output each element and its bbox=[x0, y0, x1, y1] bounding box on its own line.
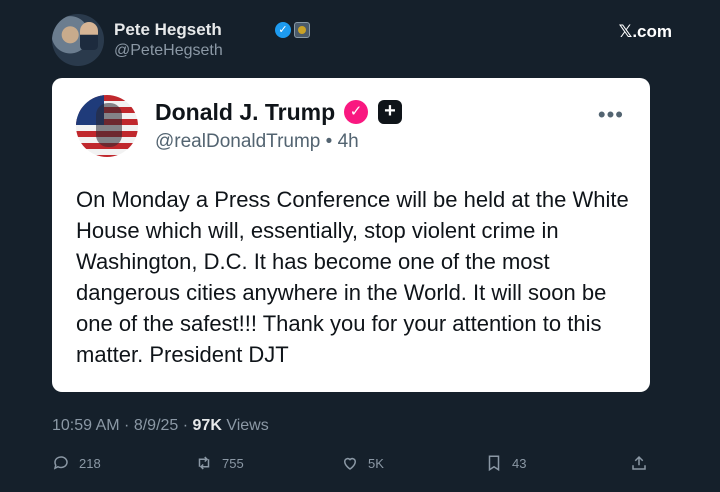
views-label: Views bbox=[221, 417, 269, 434]
repost-icon bbox=[198, 456, 210, 470]
verified-badge-icon: ✓ bbox=[344, 100, 368, 124]
site-label: 𝕏.com bbox=[618, 22, 672, 41]
quoted-author-handle-time: @realDonaldTrump • 4h bbox=[155, 131, 359, 152]
share-button[interactable] bbox=[630, 452, 657, 474]
truth-social-plus-icon: + bbox=[378, 100, 402, 124]
tweet-header: Pete Hegseth ✓ @PeteHegseth 𝕏.com bbox=[52, 14, 672, 68]
views-count: 97K bbox=[192, 417, 222, 434]
action-bar: 218 755 5K 43 bbox=[52, 452, 648, 476]
author-name[interactable]: Pete Hegseth bbox=[114, 20, 222, 40]
post-timestamp[interactable]: 10:59 AM · 8/9/25 · bbox=[52, 417, 193, 434]
quoted-post-text: On Monday a Press Conference will be hel… bbox=[76, 187, 629, 367]
quoted-post-card[interactable]: Donald J. Trump ✓ + @realDonaldTrump • 4… bbox=[52, 78, 650, 392]
more-options-icon[interactable]: ••• bbox=[598, 104, 624, 126]
verified-badge-icon: ✓ bbox=[275, 22, 291, 38]
like-count: 5K bbox=[368, 455, 384, 471]
bookmark-icon bbox=[488, 455, 500, 472]
repost-button[interactable]: 755 bbox=[195, 452, 244, 474]
author-handle[interactable]: @PeteHegseth bbox=[114, 42, 223, 60]
bookmark-button[interactable]: 43 bbox=[485, 452, 526, 474]
quoted-author-name[interactable]: Donald J. Trump bbox=[155, 99, 335, 126]
like-button[interactable]: 5K bbox=[341, 452, 384, 474]
bookmark-count: 43 bbox=[512, 455, 527, 471]
quoted-author-avatar[interactable] bbox=[76, 95, 138, 157]
reply-icon bbox=[53, 456, 68, 470]
repost-count: 755 bbox=[222, 455, 244, 471]
post-meta: 10:59 AM · 8/9/25 · 97K Views bbox=[52, 417, 269, 435]
author-avatar[interactable] bbox=[52, 14, 104, 66]
reply-count: 218 bbox=[79, 455, 101, 471]
share-icon bbox=[632, 455, 646, 470]
government-seal-icon bbox=[294, 22, 310, 38]
heart-icon bbox=[343, 457, 357, 470]
reply-button[interactable]: 218 bbox=[52, 452, 101, 474]
